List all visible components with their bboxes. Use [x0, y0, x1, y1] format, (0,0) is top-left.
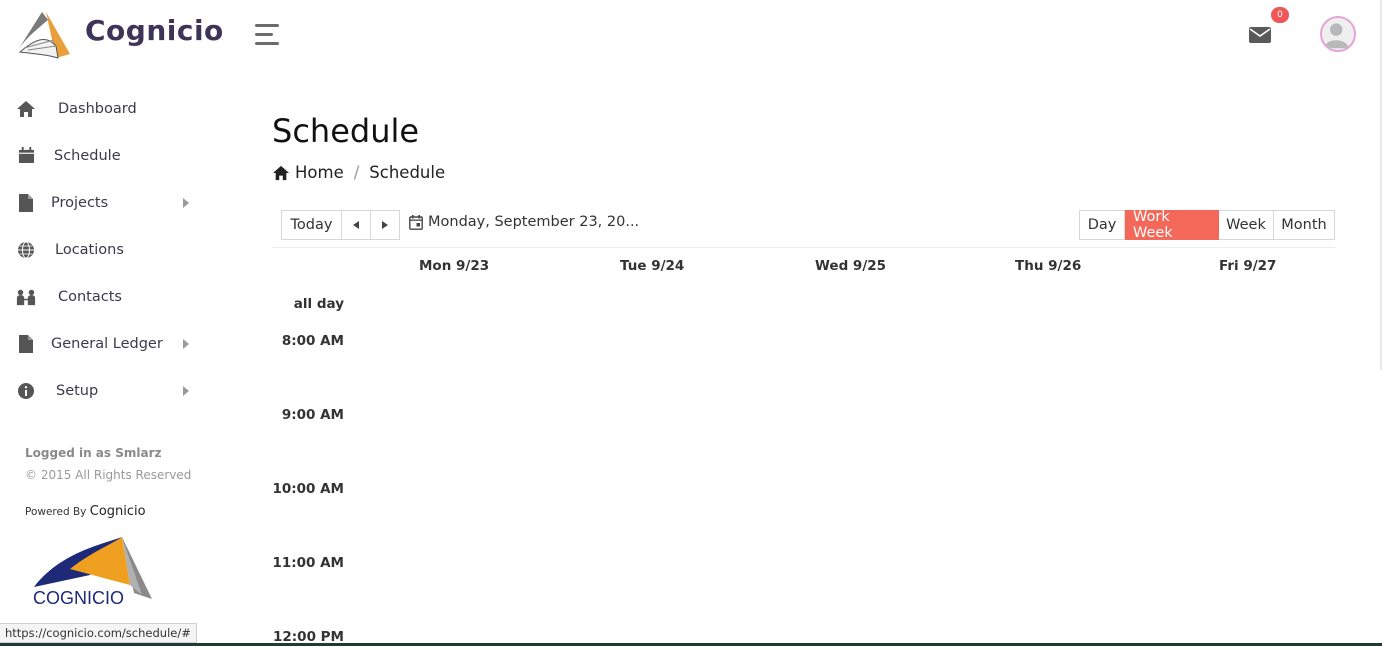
app-logo[interactable] [16, 10, 72, 60]
breadcrumb-home[interactable]: Home [272, 163, 344, 182]
view-month-button[interactable]: Month [1274, 210, 1335, 240]
home-icon [16, 99, 36, 119]
time-slot-label: 11:00 AM [272, 555, 344, 571]
sidebar-item-label: Schedule [54, 147, 121, 164]
caret-right-icon [183, 197, 189, 208]
calendar-icon [409, 214, 423, 230]
powered-by: Powered By Cognicio [25, 504, 146, 519]
calendar-icon [16, 146, 36, 166]
sidebar-item-setup[interactable]: Setup [0, 367, 215, 414]
page-title: Schedule [272, 112, 420, 150]
sidebar-item-projects[interactable]: Projects [0, 179, 215, 226]
sidebar-item-label: Locations [55, 241, 124, 258]
sidebar-item-label: Contacts [58, 288, 122, 305]
user-avatar[interactable] [1320, 16, 1356, 52]
calendar-divider [272, 247, 1335, 248]
mail-icon[interactable] [1249, 26, 1271, 44]
calendar-nav-group: Today [281, 210, 400, 240]
sidebar-item-general-ledger[interactable]: General Ledger [0, 320, 215, 367]
caret-right-icon [382, 221, 388, 229]
breadcrumb-current: Schedule [369, 163, 446, 182]
avatar-placeholder-icon [1323, 23, 1349, 49]
sidebar-item-label: Dashboard [58, 100, 137, 117]
date-picker[interactable]: Monday, September 23, 20... [409, 214, 639, 230]
sidebar-item-label: Projects [51, 194, 109, 211]
status-url: https://cognicio.com/schedule/# [0, 623, 197, 643]
sidebar-item-label: General Ledger [51, 335, 163, 352]
powered-by-brand: Cognicio [89, 504, 146, 519]
time-slot-label: 10:00 AM [272, 481, 344, 497]
view-day-button[interactable]: Day [1079, 210, 1125, 240]
day-header[interactable]: Wed 9/25 [815, 258, 886, 274]
view-week-button[interactable]: Week [1219, 210, 1274, 240]
file-icon [16, 193, 36, 213]
sidebar-nav: Dashboard Schedule Projects Locations Co… [0, 85, 215, 414]
caret-left-icon [353, 221, 359, 229]
view-work-week-button[interactable]: Work Week [1125, 209, 1219, 241]
menu-toggle-icon[interactable] [255, 24, 281, 46]
time-slot-label: 12:00 PM [272, 629, 344, 645]
brand-name[interactable]: Cognicio [85, 14, 224, 47]
globe-icon [16, 240, 36, 260]
sidebar-item-label: Setup [56, 382, 99, 399]
caret-right-icon [183, 338, 189, 349]
sidebar-item-schedule[interactable]: Schedule [0, 132, 215, 179]
sidebar-footer: Logged in as Smlarz © 2015 All Rights Re… [25, 446, 191, 482]
caret-right-icon [183, 385, 189, 396]
day-header[interactable]: Fri 9/27 [1219, 258, 1276, 274]
info-icon [16, 381, 36, 401]
day-header[interactable]: Tue 9/24 [620, 258, 684, 274]
logged-in-text: Logged in as Smlarz [25, 446, 162, 460]
powered-by-label: Powered By [25, 506, 87, 518]
next-button[interactable] [371, 210, 400, 240]
notification-badge: 0 [1271, 7, 1289, 23]
time-slot-label: 8:00 AM [281, 333, 344, 349]
copyright-text: © 2015 All Rights Reserved [25, 468, 192, 482]
breadcrumb: Home / Schedule [272, 163, 445, 182]
breadcrumb-separator: / [353, 163, 360, 182]
sidebar-item-locations[interactable]: Locations [0, 226, 215, 273]
day-header[interactable]: Mon 9/23 [419, 258, 489, 274]
date-label: Monday, September 23, 20... [428, 214, 640, 230]
file-icon [16, 334, 36, 354]
view-switcher: Day Work Week Week Month [1079, 209, 1335, 241]
today-button[interactable]: Today [281, 210, 342, 240]
sidebar-item-dashboard[interactable]: Dashboard [0, 85, 215, 132]
all-day-label: all day [293, 296, 344, 312]
logo-icon [18, 12, 70, 59]
time-slot-label: 9:00 AM [281, 407, 344, 423]
day-header[interactable]: Thu 9/26 [1015, 258, 1081, 274]
footer-logo: COGNICIO [33, 537, 152, 607]
prev-button[interactable] [342, 210, 371, 240]
people-icon [16, 287, 36, 307]
footer-logo-text: COGNICIO [33, 588, 124, 607]
breadcrumb-home-label: Home [295, 163, 344, 182]
home-icon [273, 165, 289, 180]
sidebar-item-contacts[interactable]: Contacts [0, 273, 215, 320]
